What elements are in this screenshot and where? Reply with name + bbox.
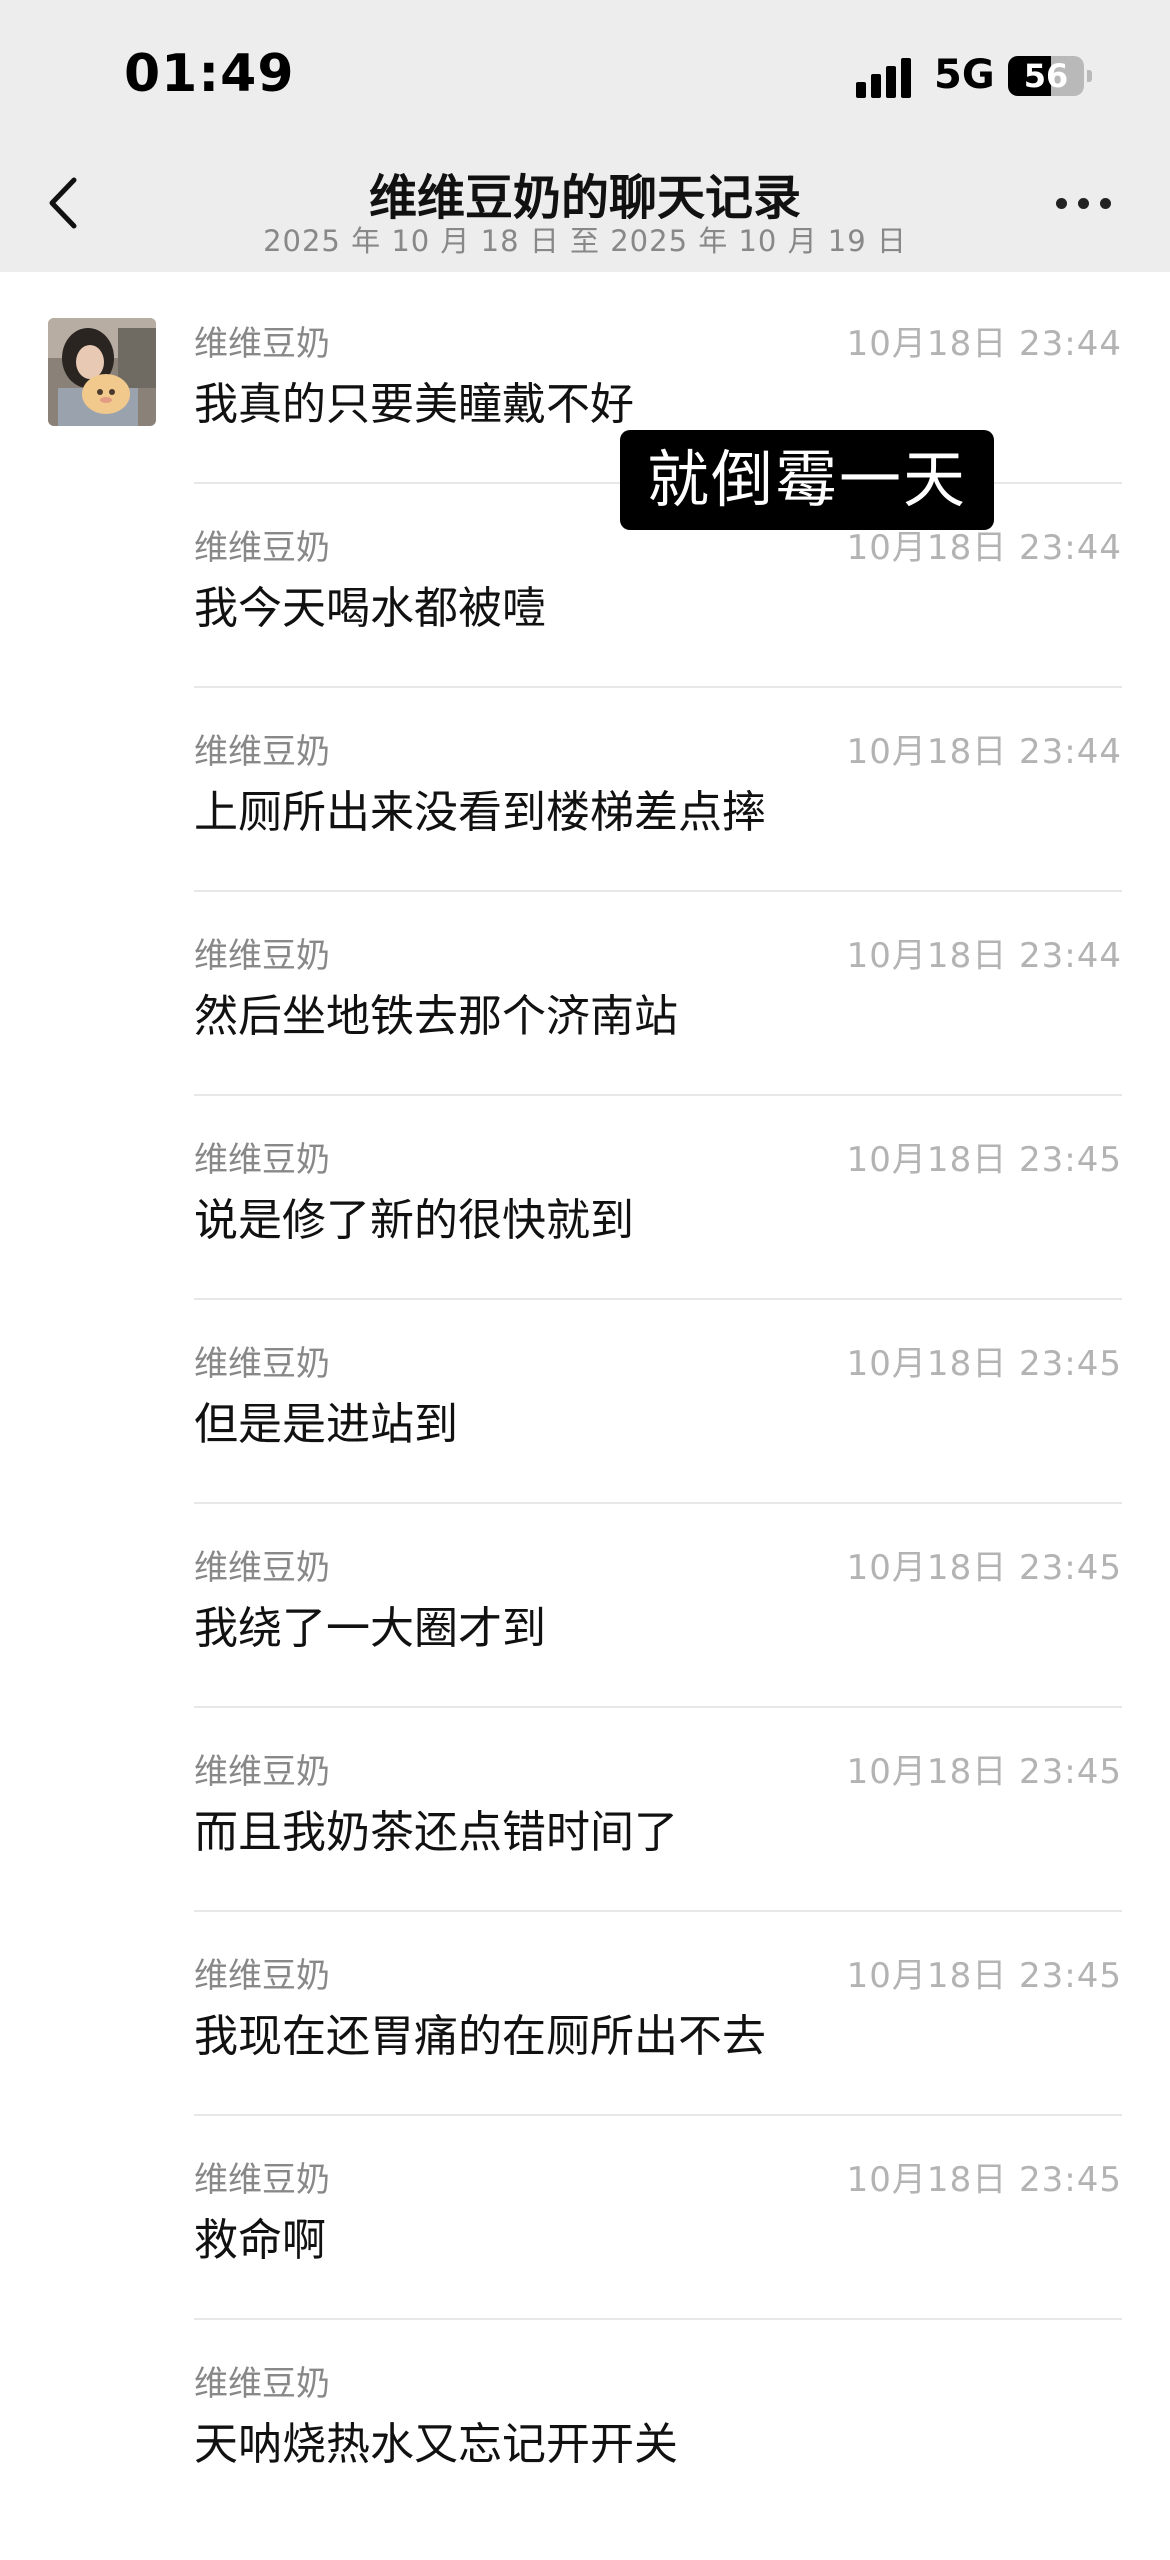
message-sender: 维维豆奶 <box>194 324 330 364</box>
divider <box>194 686 1122 688</box>
message-text: 然后坐地铁去那个济南站 <box>194 991 678 1042</box>
message-sender: 维维豆奶 <box>194 1548 330 1588</box>
avatar-photo <box>48 318 156 426</box>
message-sender: 维维豆奶 <box>194 1752 330 1792</box>
message-item[interactable]: 维维豆奶 10月18日 23:45 但是是进站到 <box>194 1298 1122 1540</box>
more-button[interactable] <box>1056 198 1116 214</box>
more-dot <box>1078 198 1089 209</box>
message-text: 说是修了新的很快就到 <box>194 1195 634 1246</box>
message-item[interactable]: 维维豆奶 10月18日 23:44 我今天喝水都被噎 <box>194 482 1122 724</box>
message-time: 10月18日 23:44 <box>846 732 1122 772</box>
divider <box>194 890 1122 892</box>
message-item[interactable]: 维维豆奶 10月18日 23:45 我现在还胃痛的在厕所出不去 <box>194 1910 1122 2152</box>
message-sender: 维维豆奶 <box>194 2364 330 2404</box>
message-sender: 维维豆奶 <box>194 936 330 976</box>
message-item[interactable]: 维维豆奶 10月18日 23:45 说是修了新的很快就到 <box>194 1094 1122 1336</box>
message-time: 10月18日 23:45 <box>846 1752 1122 1792</box>
message-text: 我绕了一大圈才到 <box>194 1603 546 1654</box>
message-text: 我今天喝水都被噎 <box>194 583 546 634</box>
message-item[interactable]: 维维豆奶 10月18日 23:45 救命啊 <box>194 2114 1122 2356</box>
divider <box>194 1706 1122 1708</box>
message-time: 10月18日 23:44 <box>846 324 1122 364</box>
message-sender: 维维豆奶 <box>194 732 330 772</box>
message-sender: 维维豆奶 <box>194 1140 330 1180</box>
header-area: 01:49 5G 56 维维豆奶的聊天记录 2025 年 10 月 18 日 至… <box>0 0 1170 272</box>
message-sender: 维维豆奶 <box>194 1344 330 1384</box>
battery-icon: 56 <box>1008 56 1084 96</box>
message-time: 10月18日 23:45 <box>846 1344 1122 1384</box>
divider <box>194 2318 1122 2320</box>
battery-level: 56 <box>1023 57 1069 95</box>
battery-tip <box>1087 70 1092 82</box>
message-item[interactable]: 维维豆奶 10月18日 23:44 然后坐地铁去那个济南站 <box>194 890 1122 1132</box>
more-dot <box>1100 198 1111 209</box>
message-text: 上厕所出来没看到楼梯差点摔 <box>194 787 766 838</box>
divider <box>194 2114 1122 2116</box>
message-sender: 维维豆奶 <box>194 2160 330 2200</box>
date-range: 2025 年 10 月 18 日 至 2025 年 10 月 19 日 <box>263 224 907 258</box>
message-text: 但是是进站到 <box>194 1399 458 1450</box>
status-time: 01:49 <box>124 44 295 104</box>
message-time: 10月18日 23:45 <box>846 1956 1122 1996</box>
cellular-signal-icon <box>856 58 916 98</box>
message-time: 10月18日 23:44 <box>846 936 1122 976</box>
message-text: 而且我奶茶还点错时间了 <box>194 1807 678 1858</box>
message-time: 10月18日 23:45 <box>846 1140 1122 1180</box>
avatar[interactable] <box>48 318 156 426</box>
message-item[interactable]: 维维豆奶 10月18日 23:45 我绕了一大圈才到 <box>194 1502 1122 1744</box>
message-text: 我现在还胃痛的在厕所出不去 <box>194 2011 766 2062</box>
message-text: 救命啊 <box>194 2215 326 2266</box>
message-item[interactable]: 维维豆奶 10月18日 23:45 而且我奶茶还点错时间了 <box>194 1706 1122 1948</box>
video-caption: 就倒霉一天 <box>620 430 994 530</box>
divider <box>194 1298 1122 1300</box>
timestamp-fade <box>820 2352 1140 2412</box>
divider <box>194 1094 1122 1096</box>
message-sender: 维维豆奶 <box>194 1956 330 1996</box>
divider <box>194 1502 1122 1504</box>
message-time: 10月18日 23:45 <box>846 1548 1122 1588</box>
message-time: 10月18日 23:45 <box>846 2160 1122 2200</box>
divider <box>194 1910 1122 1912</box>
message-text: 天呐烧热水又忘记开开关 <box>194 2419 678 2470</box>
message-text: 我真的只要美瞳戴不好 <box>194 379 634 430</box>
network-type: 5G <box>934 52 995 98</box>
message-sender: 维维豆奶 <box>194 528 330 568</box>
more-dots-icon <box>1056 198 1067 209</box>
message-item[interactable]: 维维豆奶 10月18日 23:44 上厕所出来没看到楼梯差点摔 <box>194 686 1122 928</box>
